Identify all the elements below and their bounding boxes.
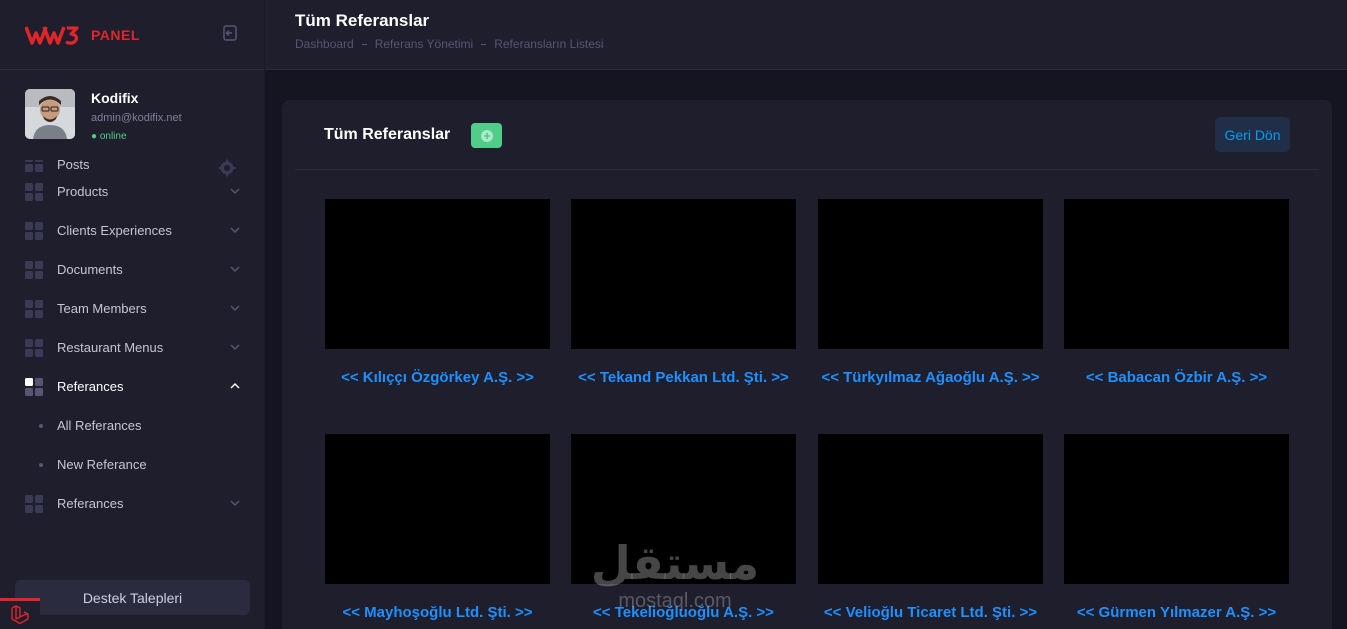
brand-logo[interactable]: PANEL: [25, 24, 140, 46]
page-title: Tüm Referanslar: [295, 11, 430, 30]
sidebar-item-label: Referances: [57, 379, 124, 394]
sidebar-item-label: Documents: [57, 262, 123, 277]
grid-icon: [25, 299, 43, 318]
sidebar-item-label: Team Members: [57, 301, 147, 316]
reference-image[interactable]: [818, 434, 1043, 584]
sidebar-subitem-new-referance[interactable]: New Referance: [0, 445, 265, 484]
reference-card[interactable]: << Babacan Özbir A.Ş. >>: [1064, 199, 1289, 387]
bullet-icon: [39, 423, 43, 428]
grid-icon: [25, 494, 43, 513]
w3-logo-icon: [25, 25, 79, 45]
add-reference-button[interactable]: [471, 123, 502, 148]
reference-card[interactable]: << Tekand Pekkan Ltd. Şti. >>: [571, 199, 796, 387]
reference-card[interactable]: << Velioğlu Ticaret Ltd. Şti. >>: [818, 434, 1043, 622]
chevron-down-icon: [230, 500, 240, 507]
breadcrumb-item-dashboard[interactable]: Dashboard: [295, 37, 354, 51]
laravel-badge[interactable]: [0, 598, 40, 629]
sidebar-item-posts[interactable]: Posts: [0, 160, 265, 172]
main-content: Tüm Referanslar Geri Dön << Kılıççı Özgö…: [265, 70, 1347, 629]
reference-image[interactable]: [571, 199, 796, 349]
sidebar-item-referances[interactable]: Referances: [0, 367, 265, 406]
references-card: Tüm Referanslar Geri Dön << Kılıççı Özgö…: [282, 100, 1332, 629]
chevron-down-icon: [230, 305, 240, 312]
chevron-up-icon: [230, 382, 240, 389]
sidebar-item-label: Referances: [57, 496, 124, 511]
user-status-text: online: [99, 131, 127, 142]
grid-icon: [25, 182, 43, 201]
user-name[interactable]: Kodifix: [91, 90, 182, 106]
breadcrumb-item-current: Referansların Listesi: [494, 37, 604, 51]
sidebar-item-label: Products: [57, 184, 109, 199]
sidebar-subitem-label: New Referance: [57, 457, 147, 472]
reference-caption[interactable]: << Gürmen Yılmazer A.Ş. >>: [1064, 604, 1289, 622]
grid-icon: [25, 160, 43, 172]
brand-text: PANEL: [91, 26, 140, 43]
chevron-down-icon: [230, 266, 240, 273]
reference-image[interactable]: [1064, 434, 1289, 584]
sidebar-collapse-toggle[interactable]: [220, 23, 240, 43]
reference-card[interactable]: << Mayhoşoğlu Ltd. Şti. >>: [325, 434, 550, 622]
mostaql-watermark: مستقل mostaql.com: [590, 535, 760, 625]
card-header: Tüm Referanslar Geri Dön: [295, 100, 1319, 170]
chevron-down-icon: [230, 188, 240, 195]
sidebar-item-restaurant-menus[interactable]: Restaurant Menus: [0, 328, 265, 367]
grid-icon: [25, 338, 43, 357]
brand-bar: PANEL: [0, 0, 264, 70]
user-panel: Kodifix admin@kodifix.net ● online: [0, 70, 264, 177]
breadcrumb: Dashboard Referans Yönetimi Referansları…: [295, 37, 604, 51]
sidebar-item-team-members[interactable]: Team Members: [0, 289, 265, 328]
grid-icon: [25, 260, 43, 279]
reference-caption[interactable]: << Babacan Özbir A.Ş. >>: [1064, 369, 1289, 387]
user-status: ● online: [91, 131, 127, 142]
reference-card[interactable]: << Gürmen Yılmazer A.Ş. >>: [1064, 434, 1289, 622]
sidebar: PANEL Kodifix admin@kodifix.net ● online…: [0, 0, 265, 629]
watermark-url: mostaql.com: [618, 590, 732, 612]
reference-card[interactable]: << Türkyılmaz Ağaoğlu A.Ş. >>: [818, 199, 1043, 387]
sidebar-item-products[interactable]: Products: [0, 172, 265, 211]
sidebar-item-label: Clients Experiences: [57, 223, 172, 238]
breadcrumb-separator: [361, 43, 367, 45]
sidebar-item-label: Restaurant Menus: [57, 340, 164, 355]
page-header: Tüm Referanslar Dashboard Referans Yönet…: [265, 0, 1347, 70]
card-title: Tüm Referanslar: [324, 126, 451, 143]
back-button[interactable]: Geri Dön: [1215, 117, 1290, 152]
breadcrumb-item-referans-yonetimi[interactable]: Referans Yönetimi: [375, 37, 474, 51]
sidebar-subitem-all-referances[interactable]: All Referances: [0, 406, 265, 445]
avatar[interactable]: [25, 89, 75, 139]
user-info: Kodifix admin@kodifix.net ● online: [91, 90, 182, 142]
laravel-logo-icon: [11, 605, 29, 625]
sidebar-menu: Posts Products Clients Experiences Docum…: [0, 160, 265, 560]
reference-image[interactable]: [1064, 199, 1289, 349]
sidebar-item-clients-experiences[interactable]: Clients Experiences: [0, 211, 265, 250]
watermark-arabic: مستقل: [590, 536, 760, 590]
sidebar-item-label: Posts: [57, 160, 90, 172]
chevron-down-icon: [230, 227, 240, 234]
reference-image[interactable]: [325, 199, 550, 349]
sidebar-item-referances-2[interactable]: Referances: [0, 484, 265, 523]
reference-card[interactable]: << Kılıççı Özgörkey A.Ş. >>: [325, 199, 550, 387]
reference-caption[interactable]: << Kılıççı Özgörkey A.Ş. >>: [325, 369, 550, 387]
bullet-icon: [39, 462, 43, 467]
user-photo-icon: [25, 89, 75, 139]
reference-image[interactable]: [818, 199, 1043, 349]
reference-caption[interactable]: << Tekand Pekkan Ltd. Şti. >>: [571, 369, 796, 387]
sidebar-item-documents[interactable]: Documents: [0, 250, 265, 289]
reference-caption[interactable]: << Mayhoşoğlu Ltd. Şti. >>: [325, 604, 550, 622]
app-root: PANEL Kodifix admin@kodifix.net ● online…: [0, 0, 1347, 629]
grid-icon: [25, 221, 43, 240]
collapse-arrow-icon: [223, 25, 237, 41]
breadcrumb-separator: [481, 43, 487, 45]
grid-icon: [25, 377, 43, 396]
user-email: admin@kodifix.net: [91, 112, 182, 124]
plus-circle-icon: [480, 129, 493, 142]
chevron-down-icon: [230, 344, 240, 351]
support-tickets-button[interactable]: Destek Talepleri: [15, 580, 250, 615]
reference-image[interactable]: [325, 434, 550, 584]
sidebar-subitem-label: All Referances: [57, 418, 142, 433]
reference-caption[interactable]: << Türkyılmaz Ağaoğlu A.Ş. >>: [818, 369, 1043, 387]
reference-caption[interactable]: << Velioğlu Ticaret Ltd. Şti. >>: [818, 604, 1043, 622]
